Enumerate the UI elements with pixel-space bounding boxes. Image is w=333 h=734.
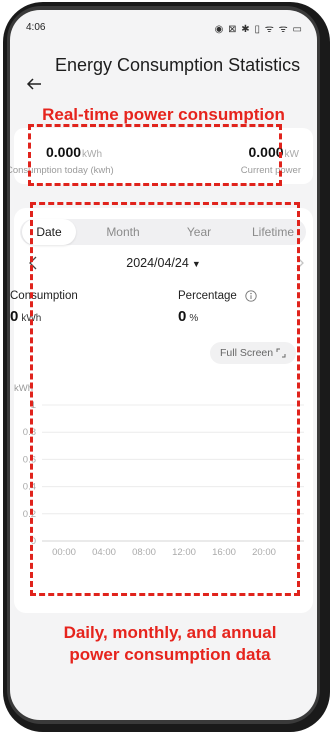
back-arrow-icon[interactable] bbox=[26, 76, 42, 92]
annotation-periodic: Daily, monthly, and annual power consump… bbox=[63, 623, 277, 664]
status-bar: 4:06 ◉ ⊠ ✱ ▯ ᯤ ᯤ ▭ bbox=[10, 10, 317, 40]
status-time: 4:06 bbox=[26, 22, 46, 33]
page-title: Energy Consumption Statistics bbox=[55, 55, 301, 75]
realtime-highlight-box bbox=[28, 124, 282, 186]
status-icons: ◉ ⊠ ✱ ▯ ᯤ ᯤ ▭ bbox=[214, 24, 303, 35]
annotation-realtime: Real-time power consumption bbox=[42, 105, 285, 124]
consumption-number: 0 bbox=[10, 308, 19, 325]
periodic-highlight-box bbox=[30, 202, 300, 596]
current-power-unit: kW bbox=[284, 149, 299, 160]
